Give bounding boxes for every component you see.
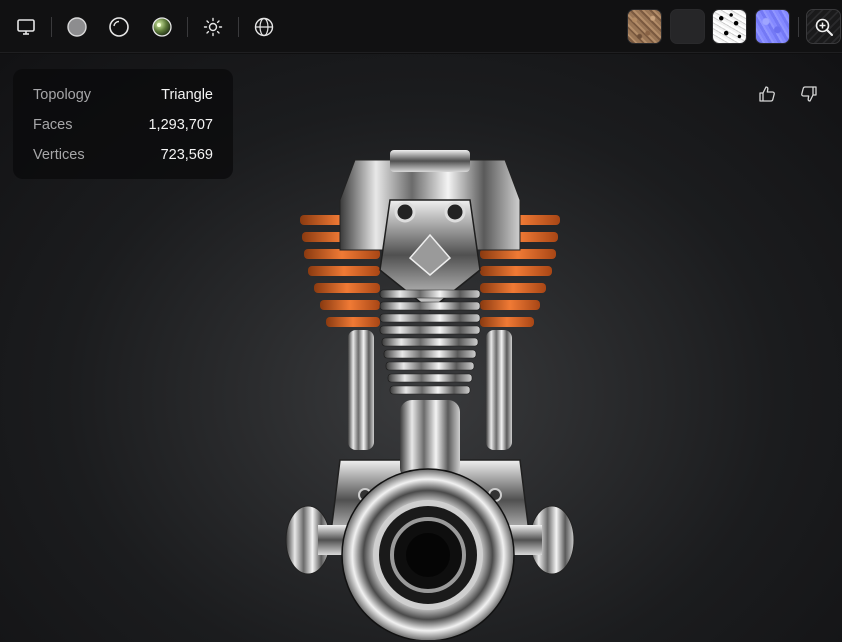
lighting-icon[interactable] bbox=[196, 10, 230, 44]
topology-value: Triangle bbox=[161, 87, 213, 103]
faces-value: 1,293,707 bbox=[148, 117, 213, 133]
engine-3d-model[interactable] bbox=[280, 140, 580, 640]
zoom-in-icon[interactable] bbox=[806, 9, 841, 44]
base-color-map[interactable] bbox=[627, 9, 662, 44]
metallic-map[interactable] bbox=[712, 9, 747, 44]
normal-map[interactable] bbox=[755, 9, 790, 44]
toolbar-divider bbox=[798, 17, 799, 37]
vertices-value: 723,569 bbox=[160, 147, 213, 163]
viewer-toolbar bbox=[0, 0, 842, 53]
topology-label: Topology bbox=[33, 87, 92, 103]
mesh-stats-panel: Topology Triangle Faces 1,293,707 Vertic… bbox=[13, 69, 233, 179]
topology-row: Topology Triangle bbox=[33, 80, 213, 110]
faces-label: Faces bbox=[33, 117, 73, 133]
material-shading-icon[interactable] bbox=[145, 10, 179, 44]
solid-shading-icon[interactable] bbox=[60, 10, 94, 44]
toolbar-divider bbox=[51, 17, 52, 37]
roughness-map[interactable] bbox=[670, 9, 705, 44]
thumbs-down-icon[interactable] bbox=[796, 82, 820, 106]
faces-row: Faces 1,293,707 bbox=[33, 110, 213, 140]
thumbs-up-icon[interactable] bbox=[756, 82, 780, 106]
vertices-label: Vertices bbox=[33, 147, 85, 163]
monitor-icon[interactable] bbox=[9, 10, 43, 44]
environment-globe-icon[interactable] bbox=[247, 10, 281, 44]
3d-viewport[interactable]: Topology Triangle Faces 1,293,707 Vertic… bbox=[0, 54, 842, 642]
wireframe-shading-icon[interactable] bbox=[102, 10, 136, 44]
vertices-row: Vertices 723,569 bbox=[33, 140, 213, 170]
toolbar-divider bbox=[187, 17, 188, 37]
toolbar-divider bbox=[238, 17, 239, 37]
